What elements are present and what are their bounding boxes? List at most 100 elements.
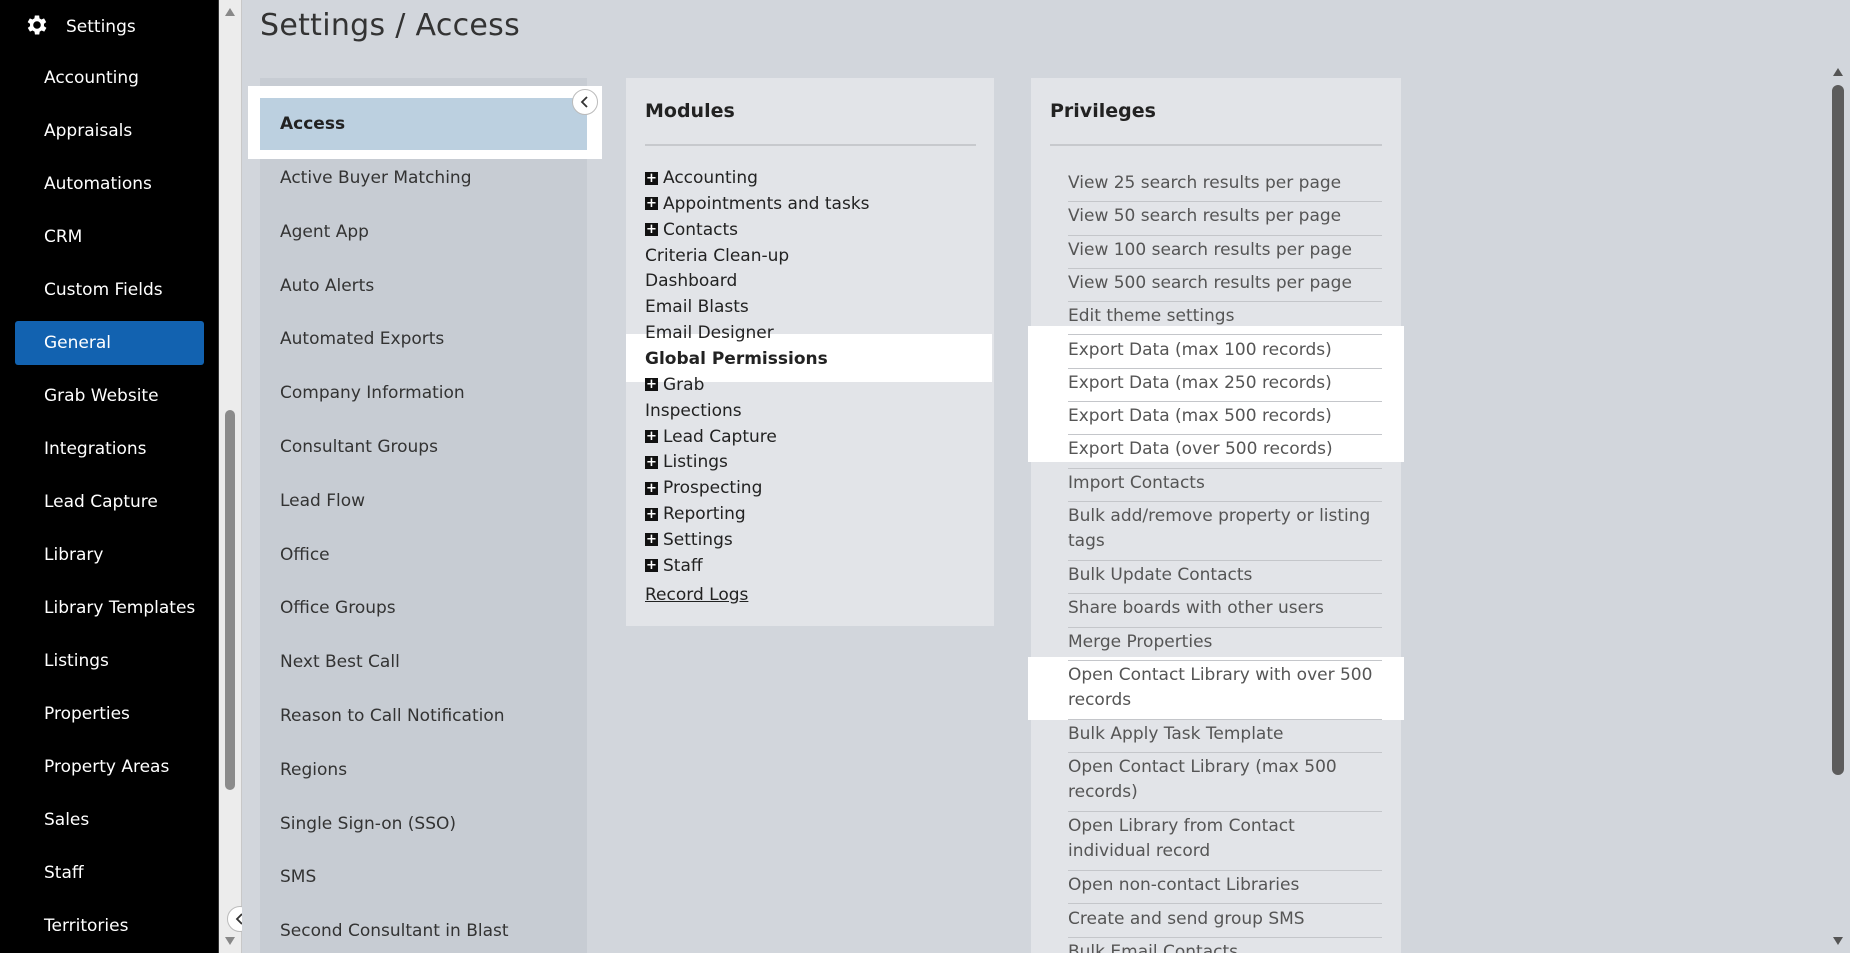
category-item-second-consultant-in-blast[interactable]: Second Consultant in Blast — [260, 905, 587, 953]
nav-item-properties[interactable]: Properties — [15, 692, 204, 736]
module-item-dashboard[interactable]: Dashboard — [645, 268, 737, 294]
module-item-global-permissions[interactable]: Global Permissions — [645, 346, 828, 372]
category-item-reason-to-call-notification[interactable]: Reason to Call Notification — [260, 690, 587, 742]
module-item-staff[interactable]: + Staff — [645, 553, 703, 579]
category-item-sms[interactable]: SMS — [260, 851, 587, 903]
nav-header[interactable]: Settings — [24, 12, 136, 42]
module-item-grab[interactable]: + Grab — [645, 372, 704, 398]
privilege-item[interactable]: Open Contact Library (max 500 records) — [1068, 753, 1382, 813]
nav-item-listings[interactable]: Listings — [15, 639, 204, 683]
privilege-item[interactable]: Merge Properties — [1068, 628, 1382, 661]
scroll-thumb[interactable] — [1832, 85, 1844, 775]
nav-item-appraisals[interactable]: Appraisals — [15, 109, 204, 153]
privilege-item[interactable]: Open Library from Contact individual rec… — [1068, 812, 1382, 872]
app-window: Settings Accounting Appraisals Automations… — [0, 0, 1850, 953]
nav-item-crm[interactable]: CRM — [15, 215, 204, 259]
privilege-item[interactable]: Export Data (over 500 records) — [1068, 435, 1382, 469]
category-item-consultant-groups[interactable]: Consultant Groups — [260, 421, 587, 473]
privilege-item[interactable]: Export Data (max 500 records) — [1068, 402, 1382, 436]
main-scrollbar[interactable] — [1828, 60, 1848, 953]
category-item-automated-exports[interactable]: Automated Exports — [260, 313, 587, 365]
nav-item-library[interactable]: Library — [15, 533, 204, 577]
nav-item-library-templates[interactable]: Library Templates — [15, 586, 204, 630]
expand-plus-icon[interactable]: + — [645, 378, 658, 392]
module-item-contacts[interactable]: + Contacts — [645, 217, 738, 243]
privilege-item[interactable]: View 50 search results per page — [1068, 202, 1382, 236]
privilege-item[interactable]: Export Data (max 250 records) — [1068, 369, 1382, 403]
category-item-agent-app[interactable]: Agent App — [260, 206, 587, 258]
module-item-label: Email Blasts — [645, 297, 749, 318]
privilege-item[interactable]: Export Data (max 100 records) — [1068, 336, 1382, 369]
nav-item-territories[interactable]: Territories — [15, 904, 204, 948]
nav-item-general[interactable]: General — [15, 321, 204, 365]
gear-icon — [24, 12, 50, 42]
expand-plus-icon[interactable]: + — [645, 171, 658, 185]
category-item-single-sign-on-sso-[interactable]: Single Sign-on (SSO) — [260, 798, 587, 850]
category-item-regions[interactable]: Regions — [260, 744, 587, 796]
nav-item-staff[interactable]: Staff — [15, 851, 204, 895]
module-item-record-logs[interactable]: Record Logs — [645, 582, 748, 608]
expand-plus-icon[interactable]: + — [645, 197, 658, 211]
nav-item-property-areas[interactable]: Property Areas — [15, 745, 204, 789]
expand-plus-icon[interactable]: + — [645, 455, 658, 469]
expand-plus-icon[interactable]: + — [645, 223, 658, 237]
expand-plus-icon[interactable]: + — [645, 533, 658, 547]
scroll-up-arrow-icon[interactable] — [225, 8, 235, 16]
privilege-item[interactable]: Bulk Email Contacts — [1068, 938, 1382, 953]
nav-item-grab-website[interactable]: Grab Website — [15, 374, 204, 418]
module-item-lead-capture[interactable]: + Lead Capture — [645, 424, 777, 450]
category-item-office-groups[interactable]: Office Groups — [260, 582, 587, 634]
privilege-item[interactable]: View 500 search results per page — [1068, 269, 1382, 303]
nav-item-custom-fields[interactable]: Custom Fields — [15, 268, 204, 312]
module-item-settings[interactable]: + Settings — [645, 527, 733, 553]
privilege-item[interactable]: Import Contacts — [1068, 469, 1382, 502]
privilege-item[interactable]: View 100 search results per page — [1068, 236, 1382, 269]
privilege-item[interactable]: Share boards with other users — [1068, 594, 1382, 628]
nav-item-automations[interactable]: Automations — [15, 162, 204, 206]
privilege-item[interactable]: Open Contact Library with over 500 recor… — [1068, 661, 1382, 720]
nav-item-label: Accounting — [44, 68, 139, 88]
category-item-active-buyer-matching[interactable]: Active Buyer Matching — [260, 152, 587, 204]
privilege-item[interactable]: Edit theme settings — [1068, 302, 1382, 336]
category-item-access[interactable]: Access — [260, 98, 587, 150]
category-item-lead-flow[interactable]: Lead Flow — [260, 475, 587, 527]
nav-item-label: Listings — [44, 651, 109, 671]
nav-item-sales[interactable]: Sales — [15, 798, 204, 842]
scroll-down-arrow-icon[interactable] — [225, 937, 235, 945]
module-item-email-blasts[interactable]: Email Blasts — [645, 294, 749, 320]
module-item-label: Global Permissions — [645, 348, 828, 369]
category-item-office[interactable]: Office — [260, 529, 587, 581]
privilege-item[interactable]: Create and send group SMS — [1068, 905, 1382, 938]
nav-item-integrations[interactable]: Integrations — [15, 427, 204, 471]
module-item-prospecting[interactable]: + Prospecting — [645, 475, 762, 501]
module-item-label: Email Designer — [645, 323, 774, 344]
expand-plus-icon[interactable]: + — [645, 559, 658, 573]
module-item-appointments-and-tasks[interactable]: + Appointments and tasks — [645, 191, 870, 217]
module-item-criteria-clean-up[interactable]: Criteria Clean-up — [645, 243, 789, 269]
privilege-item[interactable]: View 25 search results per page — [1068, 169, 1382, 203]
expand-plus-icon[interactable]: + — [645, 507, 658, 521]
privilege-item[interactable]: Open non-contact Libraries — [1068, 871, 1382, 905]
module-item-listings[interactable]: + Listings — [645, 449, 728, 475]
module-item-inspections[interactable]: Inspections — [645, 398, 742, 424]
expand-plus-icon[interactable]: + — [645, 430, 658, 443]
scroll-thumb[interactable] — [225, 410, 235, 790]
category-item-auto-alerts[interactable]: Auto Alerts — [260, 260, 587, 312]
nav-item-accounting[interactable]: Accounting — [15, 56, 204, 100]
module-item-reporting[interactable]: + Reporting — [645, 501, 746, 527]
module-item-email-designer[interactable]: Email Designer — [645, 320, 774, 346]
privilege-item[interactable]: Bulk Update Contacts — [1068, 561, 1382, 595]
nav-scrollbar[interactable] — [219, 0, 242, 953]
scroll-up-arrow-icon[interactable] — [1833, 68, 1843, 76]
privilege-item[interactable]: Bulk add/remove property or listing tags — [1068, 502, 1382, 561]
collapse-categories-button[interactable] — [572, 89, 598, 115]
category-item-company-information[interactable]: Company Information — [260, 367, 587, 419]
category-item-next-best-call[interactable]: Next Best Call — [260, 636, 587, 688]
nav-item-label: Appraisals — [44, 121, 133, 141]
module-item-accounting[interactable]: + Accounting — [645, 165, 758, 191]
scroll-down-arrow-icon[interactable] — [1833, 937, 1843, 945]
expand-plus-icon[interactable]: + — [645, 481, 658, 495]
nav-item-lead-capture[interactable]: Lead Capture — [15, 480, 204, 524]
privilege-item[interactable]: Bulk Apply Task Template — [1068, 720, 1382, 754]
nav-item-label: Territories — [44, 916, 129, 936]
